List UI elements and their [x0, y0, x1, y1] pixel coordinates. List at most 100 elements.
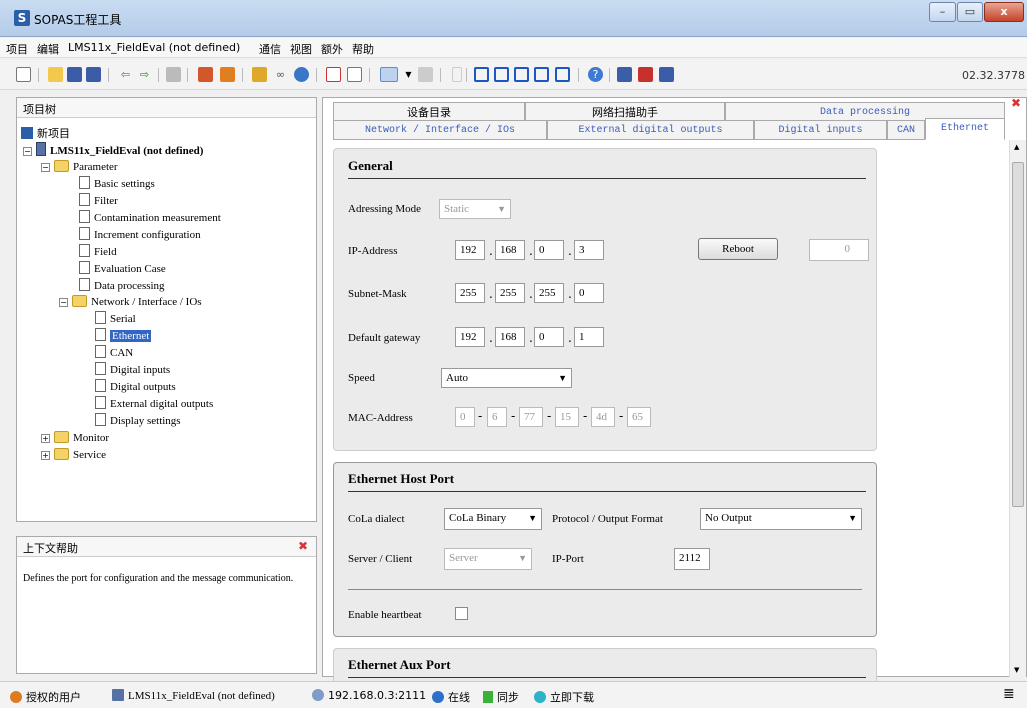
- status-user[interactable]: 授权的用户: [10, 689, 81, 705]
- user-login-icon[interactable]: [198, 67, 213, 82]
- tab-digital-inputs[interactable]: Digital inputs: [754, 120, 887, 140]
- reboot-button[interactable]: Reboot: [698, 238, 778, 260]
- upload-icon[interactable]: [326, 67, 341, 82]
- tree-device[interactable]: − LMS11x_FieldEval (not defined): [23, 142, 203, 158]
- menu-extra[interactable]: 额外: [321, 41, 343, 57]
- scroll-down-icon[interactable]: ▼: [1014, 666, 1019, 674]
- menu-edit[interactable]: 编辑: [37, 41, 59, 57]
- tree-item-evaluation-case[interactable]: Evaluation Case: [79, 261, 166, 277]
- minimize-button[interactable]: –: [929, 2, 956, 22]
- tree-item-basic-settings[interactable]: Basic settings: [79, 176, 155, 192]
- expand-icon[interactable]: +: [41, 451, 50, 460]
- tree-item-ethernet[interactable]: Ethernet: [95, 328, 152, 344]
- tree-item-increment[interactable]: Increment configuration: [79, 227, 201, 243]
- layout-horizontal-icon[interactable]: [494, 67, 509, 82]
- ip-octet-2[interactable]: 168: [495, 240, 525, 260]
- save-icon[interactable]: [67, 67, 82, 82]
- tab-ethernet[interactable]: Ethernet: [925, 118, 1005, 140]
- tab-external-digital-outputs[interactable]: External digital outputs: [547, 120, 754, 140]
- status-sync[interactable]: 同步: [483, 689, 519, 705]
- tree-item-field[interactable]: Field: [79, 244, 117, 260]
- download-icon[interactable]: [347, 67, 362, 82]
- device-icon[interactable]: [617, 67, 632, 82]
- tab-network-interface[interactable]: Network / Interface / IOs: [333, 120, 547, 140]
- forward-arrow-icon[interactable]: ⇨: [137, 67, 152, 82]
- collapse-icon[interactable]: −: [41, 163, 50, 172]
- tree-network[interactable]: − Network / Interface / IOs: [59, 294, 202, 310]
- gateway-octet-4[interactable]: 1: [574, 327, 604, 347]
- ip-octet-4[interactable]: 3: [574, 240, 604, 260]
- tree-item-contamination[interactable]: Contamination measurement: [79, 210, 221, 226]
- menu-communication[interactable]: 通信: [259, 41, 281, 57]
- tree-item-display-settings[interactable]: Display settings: [95, 413, 181, 429]
- tool-icon[interactable]: [638, 67, 653, 82]
- tab-device-catalog[interactable]: 设备目录: [333, 102, 525, 122]
- cola-select[interactable]: CoLa Binary ▼: [444, 508, 542, 530]
- save-all-icon[interactable]: [86, 67, 101, 82]
- tree-item-digital-outputs[interactable]: Digital outputs: [95, 379, 176, 395]
- ip-octet-3[interactable]: 0: [534, 240, 564, 260]
- mask-octet-2[interactable]: 255: [495, 283, 525, 303]
- ip-port-input[interactable]: 2112: [674, 548, 710, 570]
- speed-select[interactable]: Auto ▼: [441, 368, 572, 388]
- help-icon[interactable]: ?: [588, 67, 603, 82]
- status-address[interactable]: 192.168.0.3:2111: [312, 689, 426, 702]
- tree-monitor[interactable]: + Monitor: [41, 430, 109, 446]
- status-menu-icon[interactable]: ≣: [1003, 686, 1015, 702]
- ip-octet-1[interactable]: 192: [455, 240, 485, 260]
- vertical-scrollbar[interactable]: ▲ ▼: [1009, 140, 1026, 677]
- tree-root[interactable]: 新项目: [21, 126, 70, 142]
- protocol-select[interactable]: No Output ▼: [700, 508, 862, 530]
- tree-item-external-digital-outputs[interactable]: External digital outputs: [95, 396, 213, 412]
- maximize-button[interactable]: ▭: [957, 2, 983, 22]
- layout-grid-icon[interactable]: [534, 67, 549, 82]
- tree-item-digital-inputs[interactable]: Digital inputs: [95, 362, 170, 378]
- tree-item-data-processing[interactable]: Data processing: [79, 278, 165, 294]
- close-button[interactable]: x: [984, 2, 1024, 22]
- host-port-group: Ethernet Host Port CoLa dialect CoLa Bin…: [333, 462, 877, 637]
- open-folder-icon[interactable]: [48, 67, 63, 82]
- link-icon[interactable]: ∞: [273, 67, 288, 82]
- tree-item-can[interactable]: CAN: [95, 345, 133, 361]
- menu-device[interactable]: LMS11x_FieldEval (not defined): [68, 41, 240, 54]
- tree-item-filter[interactable]: Filter: [79, 193, 118, 209]
- gateway-octet-2[interactable]: 168: [495, 327, 525, 347]
- search-device-icon[interactable]: [294, 67, 309, 82]
- gateway-octet-1[interactable]: 192: [455, 327, 485, 347]
- tree-parameter[interactable]: − Parameter: [41, 159, 118, 175]
- status-online[interactable]: 在线: [432, 689, 470, 705]
- scroll-up-icon[interactable]: ▲: [1014, 143, 1019, 151]
- heartbeat-checkbox[interactable]: [455, 607, 468, 620]
- status-device[interactable]: LMS11x_FieldEval (not defined): [112, 689, 275, 702]
- mask-octet-3[interactable]: 255: [534, 283, 564, 303]
- dropdown-arrow-icon[interactable]: ▼: [401, 67, 416, 82]
- menu-view[interactable]: 视图: [290, 41, 312, 57]
- disconnect-icon[interactable]: [418, 67, 433, 82]
- layout-panel-icon[interactable]: [555, 67, 570, 82]
- expand-icon[interactable]: +: [41, 434, 50, 443]
- back-arrow-icon[interactable]: ⇦: [118, 67, 133, 82]
- close-page-icon[interactable]: ✖: [1011, 96, 1021, 110]
- tree-service[interactable]: + Service: [41, 447, 106, 463]
- menu-help[interactable]: 帮助: [352, 41, 374, 57]
- collapse-icon[interactable]: −: [23, 147, 32, 156]
- print-icon[interactable]: [166, 67, 181, 82]
- connect-icon[interactable]: [380, 67, 398, 82]
- tab-network-scan[interactable]: 网络扫描助手: [525, 102, 725, 122]
- mask-octet-1[interactable]: 255: [455, 283, 485, 303]
- scan-icon[interactable]: [252, 67, 267, 82]
- save-device-icon[interactable]: [659, 67, 674, 82]
- collapse-icon[interactable]: −: [59, 298, 68, 307]
- close-help-icon[interactable]: ✖: [298, 539, 308, 553]
- new-file-icon[interactable]: [16, 67, 31, 82]
- tree-item-serial[interactable]: Serial: [95, 311, 136, 327]
- tab-can[interactable]: CAN: [887, 120, 925, 140]
- user-logout-icon[interactable]: [220, 67, 235, 82]
- scrollbar-thumb[interactable]: [1012, 162, 1024, 507]
- menu-project[interactable]: 项目: [6, 41, 28, 57]
- gateway-octet-3[interactable]: 0: [534, 327, 564, 347]
- layout-single-icon[interactable]: [474, 67, 489, 82]
- layout-vertical-icon[interactable]: [514, 67, 529, 82]
- mask-octet-4[interactable]: 0: [574, 283, 604, 303]
- status-download[interactable]: 立即下载: [534, 689, 594, 705]
